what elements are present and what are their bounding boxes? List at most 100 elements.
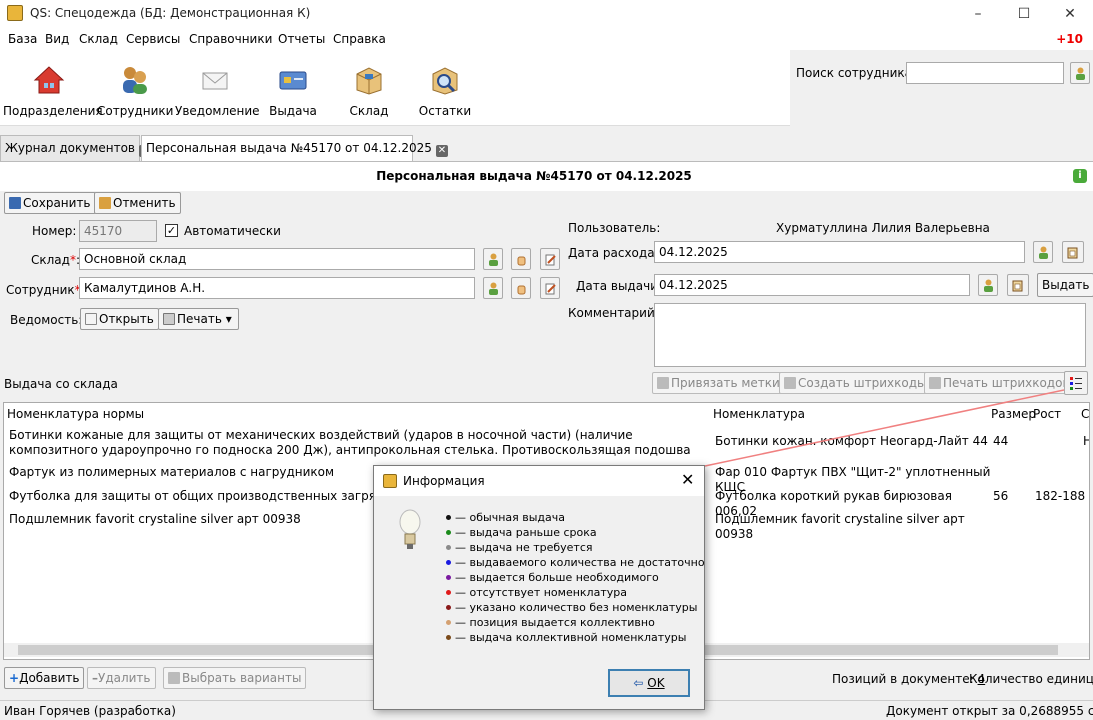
bind-tags-label: Привязать метки — [671, 376, 780, 390]
user-label: Пользователь: — [568, 221, 661, 235]
units-label: Количество единиц: — [969, 672, 1093, 686]
statement-print-button[interactable]: Печать ▾ — [158, 308, 239, 330]
menu-item-warehouse[interactable]: Склад — [79, 32, 118, 46]
table-row-extra[interactable]: Н — [1083, 434, 1089, 449]
maximize-icon[interactable]: ☐ — [1001, 3, 1047, 25]
status-user: Иван Горячев (разработка) — [4, 704, 176, 718]
table-row-height[interactable]: 182-188 — [1035, 489, 1085, 504]
toolbar-notification-button[interactable]: Уведомление — [175, 50, 260, 126]
print-barcodes-label: Печать штрихкодов — [943, 376, 1070, 390]
employee-label-text: Сотрудник — [6, 283, 75, 297]
issue-button[interactable]: Выдать — [1037, 273, 1093, 297]
menu-item-view[interactable]: Вид — [45, 32, 69, 46]
expense-date-calendar-button[interactable] — [1062, 241, 1084, 263]
expense-date-label-text: Дата расхода — [568, 246, 655, 260]
statement-label: Ведомость: — [10, 313, 83, 327]
add-button[interactable]: +Добавить — [4, 667, 85, 689]
warehouse-select-button[interactable] — [483, 248, 503, 270]
tab-personal-issue[interactable]: Персональная выдача №45170 от 04.12.2025… — [141, 135, 448, 161]
column-header-extra[interactable]: С — [1081, 407, 1089, 421]
document-tabs: Журнал документов✕ Персональная выдача №… — [0, 135, 1093, 161]
expense-date-label: Дата расхода*: — [568, 246, 665, 260]
menu-item-services[interactable]: Сервисы — [126, 32, 180, 46]
legend-button[interactable] — [1064, 371, 1088, 395]
printer-icon — [163, 313, 175, 325]
table-row-nomenclature[interactable]: Ботинки кожан. комфорт Неогард-Лайт 44 — [715, 434, 990, 449]
expense-date-person-button[interactable] — [1033, 241, 1053, 263]
column-header-size[interactable]: Размер — [991, 407, 1036, 421]
people-icon — [123, 67, 147, 94]
info-icon[interactable]: i — [1073, 169, 1087, 183]
close-tab-icon[interactable]: ✕ — [435, 145, 448, 157]
comment-field[interactable] — [654, 303, 1086, 367]
column-header-norm[interactable]: Номенклатура нормы — [7, 407, 144, 421]
dialog-title: Информация — [403, 474, 485, 488]
employee-label: Сотрудник*: — [6, 283, 85, 297]
cancel-button[interactable]: Отменить — [94, 192, 181, 214]
hand-icon — [517, 285, 526, 295]
menu-item-baza[interactable]: База — [8, 32, 37, 46]
warehouse-open-button[interactable] — [511, 248, 531, 270]
toolbar-departments-button[interactable]: Подразделения — [3, 50, 103, 126]
notification-badge[interactable]: +10 — [1056, 32, 1083, 46]
column-header-nomenclature[interactable]: Номенклатура — [713, 407, 805, 421]
person-icon — [1076, 67, 1085, 80]
toolbar-issue-button[interactable]: Выдача — [257, 50, 329, 126]
ok-button[interactable]: ⇦ OK — [608, 669, 690, 697]
legend-item: — обычная выдача — [446, 511, 565, 524]
minimize-icon[interactable]: – — [955, 3, 1001, 25]
warehouse-edit-button[interactable] — [540, 248, 560, 270]
tab-document-journal-label: Журнал документов — [5, 141, 136, 155]
hand-icon — [517, 256, 526, 266]
menu-bar: База Вид Склад Сервисы Справочники Отчет… — [0, 28, 1093, 50]
print-barcodes-button[interactable]: Печать штрихкодов — [924, 372, 1075, 394]
employee-edit-button[interactable] — [540, 277, 560, 299]
issue-date-calendar-button[interactable] — [1007, 274, 1029, 296]
toolbar-warehouse-button[interactable]: Склад — [333, 50, 405, 126]
table-row-size[interactable]: 56 — [993, 489, 1008, 504]
tab-document-journal[interactable]: Журнал документов✕ — [0, 135, 152, 161]
expense-date-field[interactable]: 04.12.2025 — [654, 241, 1025, 263]
issue-date-field[interactable]: 04.12.2025 — [654, 274, 970, 296]
menu-item-help[interactable]: Справка — [333, 32, 386, 46]
table-row-size[interactable]: 44 — [993, 434, 1008, 449]
employee-select-button[interactable] — [483, 277, 503, 299]
document-title: Персональная выдача №45170 от 04.12.2025 — [376, 169, 692, 183]
box-icon — [356, 67, 382, 95]
table-row-norm[interactable]: Ботинки кожаные для защиты от механическ… — [9, 428, 714, 458]
create-barcodes-button[interactable]: Создать штрихкоды — [779, 372, 932, 394]
employee-search-button[interactable] — [1070, 62, 1090, 84]
house-icon — [33, 66, 65, 94]
column-header-height[interactable]: Рост — [1033, 407, 1061, 421]
remove-button[interactable]: –Удалить — [87, 667, 156, 689]
toolbar-stock-button[interactable]: Остатки — [409, 50, 481, 126]
employee-field[interactable]: Камалутдинов А.Н. — [79, 277, 475, 299]
legend-text: — позиция выдается коллективно — [455, 616, 655, 629]
auto-number-checkbox[interactable]: ✓ — [165, 224, 178, 237]
toolbar-issue-label: Выдача — [269, 104, 317, 118]
legend-dot — [446, 545, 451, 550]
employee-open-button[interactable] — [511, 277, 531, 299]
number-field[interactable]: 45170 — [79, 220, 157, 242]
choose-variants-button[interactable]: Выбрать варианты — [163, 667, 307, 689]
statement-open-button[interactable]: Открыть — [80, 308, 159, 330]
toolbar-employees-button[interactable]: Сотрудники — [97, 50, 173, 126]
save-button[interactable]: Сохранить — [4, 192, 96, 214]
table-row-nomenclature[interactable]: Подшлемник favorit crystaline silver арт… — [715, 512, 990, 542]
menu-item-reports[interactable]: Отчеты — [278, 32, 325, 46]
legend-dot — [446, 605, 451, 610]
variants-icon — [168, 672, 180, 684]
employee-search-input[interactable] — [906, 62, 1064, 84]
menu-item-references[interactable]: Справочники — [189, 32, 272, 46]
legend-item: — выдается больше необходимого — [446, 571, 659, 584]
dialog-close-icon[interactable]: ✕ — [681, 470, 694, 489]
box-search-icon — [432, 67, 458, 95]
issue-section-label: Выдача со склада — [4, 377, 118, 391]
bind-tags-button[interactable]: Привязать метки — [652, 372, 785, 394]
legend-item: — выдача не требуется — [446, 541, 593, 554]
card-icon — [279, 71, 307, 90]
warehouse-field[interactable]: Основной склад — [79, 248, 475, 270]
issue-date-person-button[interactable] — [978, 274, 998, 296]
app-logo-icon — [7, 5, 23, 21]
close-window-icon[interactable]: ✕ — [1047, 3, 1093, 25]
